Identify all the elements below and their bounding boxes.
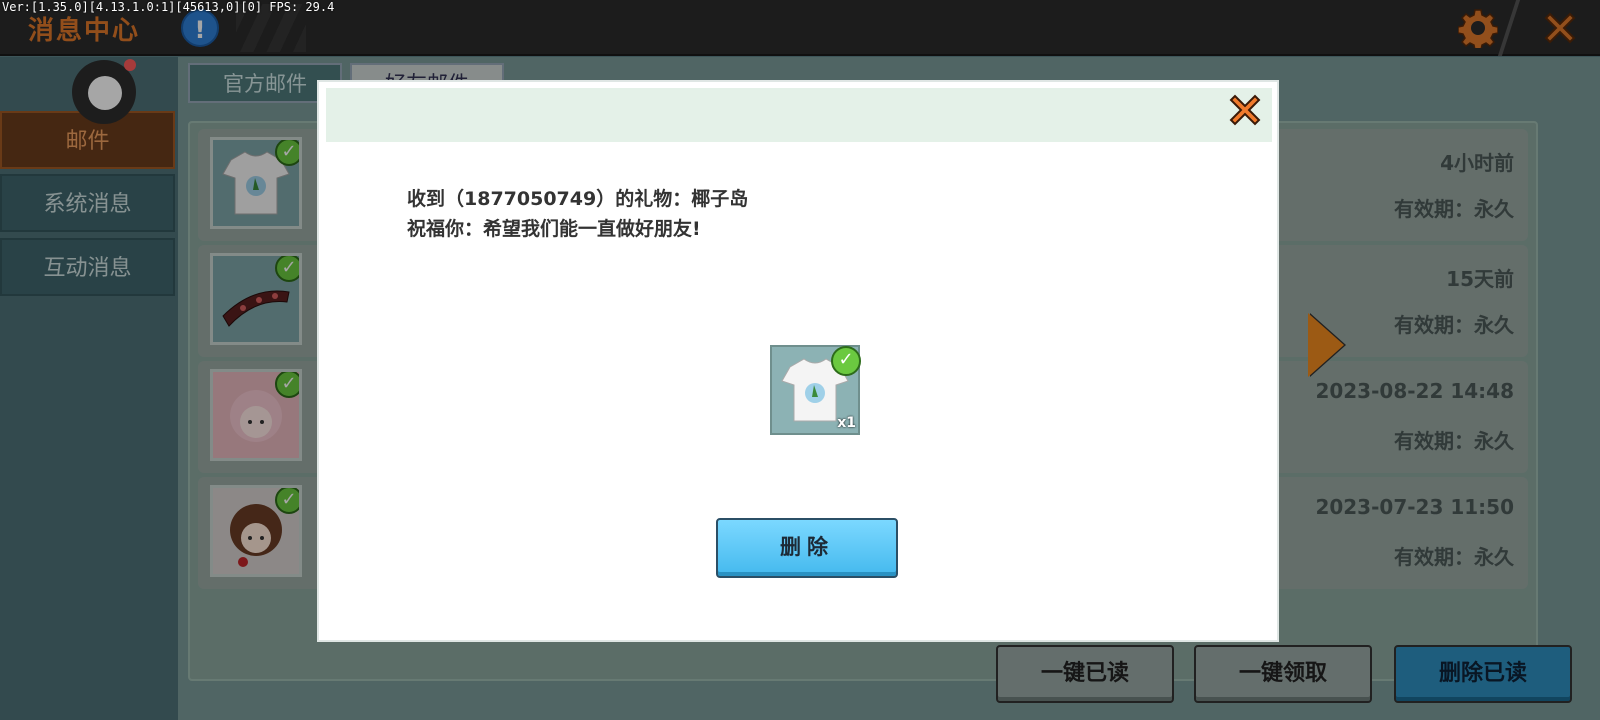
- check-icon: ✓: [831, 346, 861, 376]
- gift-dialog: 收到（1877050749）的礼物：椰子岛 祝福你：希望我们能一直做好朋友! ✓…: [317, 80, 1279, 642]
- item-quantity: x1: [837, 415, 856, 431]
- debug-overlay-text: Ver:[1.35.0][4.13.1.0:1][45613,0][0] FPS…: [2, 0, 335, 14]
- gift-message-line-2: 祝福你：希望我们能一直做好朋友!: [407, 218, 701, 240]
- close-icon[interactable]: [1225, 90, 1265, 130]
- delete-button[interactable]: 删除: [716, 518, 898, 578]
- gift-message-line-1: 收到（1877050749）的礼物：椰子岛: [407, 188, 749, 210]
- dialog-header: [326, 88, 1272, 142]
- gift-item-slot[interactable]: ✓ x1: [770, 345, 861, 435]
